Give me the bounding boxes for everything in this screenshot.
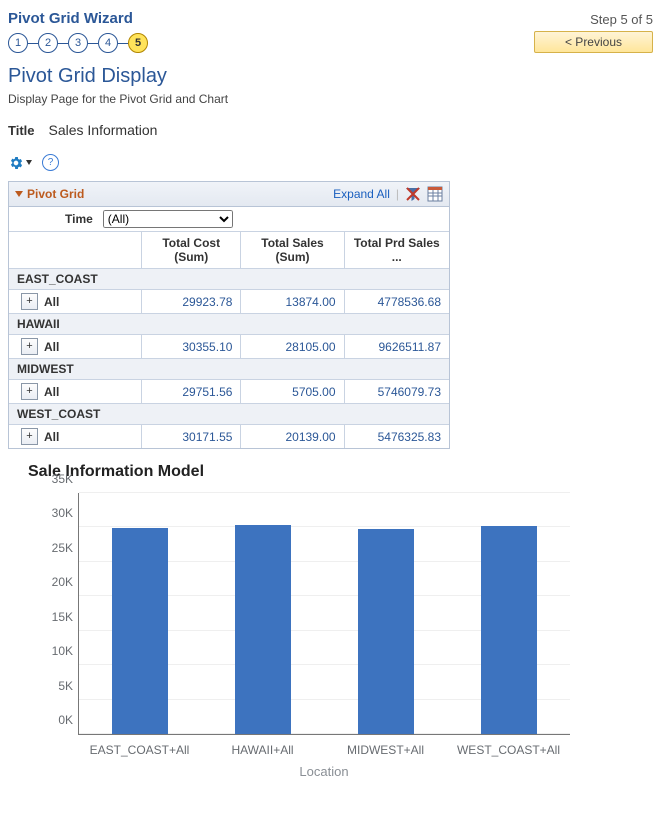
previous-button[interactable]: < Previous <box>534 31 653 53</box>
expand-button[interactable]: + <box>21 338 38 355</box>
region-header[interactable]: EAST_COAST <box>9 269 449 290</box>
bar[interactable] <box>358 529 414 734</box>
cell-total-cost: 29923.78 <box>142 290 241 314</box>
step-tracker: 1 2 3 4 5 <box>8 33 148 53</box>
region-header[interactable]: MIDWEST <box>9 359 449 380</box>
expand-button[interactable]: + <box>21 293 38 310</box>
ytick: 10K <box>52 644 79 658</box>
region-header[interactable]: WEST_COAST <box>9 404 449 425</box>
title-value: Sales Information <box>49 122 158 138</box>
step-2[interactable]: 2 <box>38 33 58 53</box>
ytick: 35K <box>52 472 79 486</box>
collapse-icon[interactable] <box>15 191 23 197</box>
gear-icon <box>8 155 24 171</box>
xtick: HAWAII+All <box>201 743 324 757</box>
ytick: 5K <box>58 679 79 693</box>
cell-total-cost: 30355.10 <box>142 335 241 359</box>
cell-total-cost: 29751.56 <box>142 380 241 404</box>
col-blank <box>9 232 142 269</box>
expand-button[interactable]: + <box>21 428 38 445</box>
ytick: 30K <box>52 506 79 520</box>
time-filter-label: Time <box>65 212 93 226</box>
expand-all-link[interactable]: Expand All <box>333 187 390 201</box>
cell-total-sales: 20139.00 <box>241 425 344 449</box>
all-label[interactable]: All <box>44 385 59 399</box>
xtick: MIDWEST+All <box>324 743 447 757</box>
step-5[interactable]: 5 <box>128 33 148 53</box>
page-subtitle: Display Page for the Pivot Grid and Char… <box>8 92 653 106</box>
cell-total-prd: 4778536.68 <box>344 290 449 314</box>
bar[interactable] <box>112 528 168 734</box>
step-indicator: Step 5 of 5 <box>590 12 653 27</box>
ytick: 20K <box>52 575 79 589</box>
filter-icon[interactable] <box>405 186 421 202</box>
col-total-sales[interactable]: Total Sales (Sum) <box>241 232 344 269</box>
col-total-cost[interactable]: Total Cost (Sum) <box>142 232 241 269</box>
bar-chart: Total Cost 0K5K10K15K20K25K30K35K EAST_C… <box>14 489 574 779</box>
bar[interactable] <box>481 526 537 734</box>
expand-button[interactable]: + <box>21 383 38 400</box>
cell-total-sales: 5705.00 <box>241 380 344 404</box>
all-label[interactable]: All <box>44 340 59 354</box>
step-3[interactable]: 3 <box>68 33 88 53</box>
options-menu[interactable] <box>8 155 32 171</box>
xtick: EAST_COAST+All <box>78 743 201 757</box>
bar[interactable] <box>235 525 291 734</box>
chart-xlabel: Location <box>78 764 570 779</box>
cell-total-sales: 28105.00 <box>241 335 344 359</box>
cell-total-cost: 30171.55 <box>142 425 241 449</box>
caret-down-icon <box>26 160 32 165</box>
all-label[interactable]: All <box>44 430 59 444</box>
all-label[interactable]: All <box>44 295 59 309</box>
step-1[interactable]: 1 <box>8 33 28 53</box>
wizard-title: Pivot Grid Wizard <box>8 10 133 27</box>
col-total-prd[interactable]: Total Prd Sales ... <box>344 232 449 269</box>
pivot-table: Total Cost (Sum) Total Sales (Sum) Total… <box>9 232 449 448</box>
pivot-grid-title: Pivot Grid <box>27 187 84 201</box>
pivot-grid: Pivot Grid Expand All | Time (All) Total… <box>8 181 450 449</box>
cell-total-prd: 5746079.73 <box>344 380 449 404</box>
time-filter-select[interactable]: (All) <box>103 210 233 228</box>
ytick: 15K <box>52 610 79 624</box>
step-4[interactable]: 4 <box>98 33 118 53</box>
ytick: 0K <box>58 713 79 727</box>
help-icon[interactable]: ? <box>42 154 59 171</box>
region-header[interactable]: HAWAII <box>9 314 449 335</box>
grid-settings-icon[interactable] <box>427 186 443 202</box>
page-title: Pivot Grid Display <box>8 65 653 88</box>
cell-total-prd: 5476325.83 <box>344 425 449 449</box>
cell-total-prd: 9626511.87 <box>344 335 449 359</box>
cell-total-sales: 13874.00 <box>241 290 344 314</box>
chart-title: Sale Information Model <box>28 463 651 481</box>
xtick: WEST_COAST+All <box>447 743 570 757</box>
title-label: Title <box>8 123 35 138</box>
ytick: 25K <box>52 541 79 555</box>
